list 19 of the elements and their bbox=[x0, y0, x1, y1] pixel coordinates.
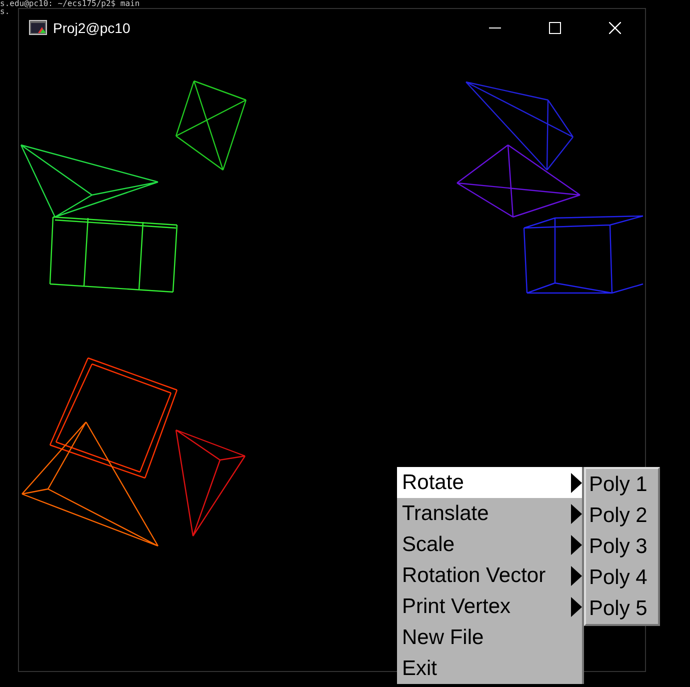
menu-item[interactable]: Exit bbox=[397, 653, 582, 684]
app-icon bbox=[29, 20, 47, 36]
menu-item[interactable]: Poly 5 bbox=[586, 593, 658, 624]
maximize-icon[interactable] bbox=[549, 22, 561, 34]
menu-item[interactable]: Poly 3 bbox=[586, 531, 658, 562]
window-title: Proj2@pc10 bbox=[53, 20, 130, 36]
minimize-icon[interactable] bbox=[489, 27, 501, 29]
menu-item[interactable]: Poly 1 bbox=[586, 469, 658, 500]
menu-item[interactable]: Translate bbox=[397, 498, 582, 529]
terminal-line: s.edu@pc10: ~/ecs175/p2$ main bbox=[0, 0, 140, 8]
menu-item[interactable]: Scale bbox=[397, 529, 582, 560]
close-icon[interactable] bbox=[609, 22, 621, 34]
terminal-line: s. bbox=[0, 8, 10, 16]
menu-item[interactable]: Rotate bbox=[397, 467, 582, 498]
menu-item[interactable]: Poly 4 bbox=[586, 562, 658, 593]
menu-item[interactable]: Poly 2 bbox=[586, 500, 658, 531]
menu-item[interactable]: New File bbox=[397, 622, 582, 653]
menu-item[interactable]: Rotation Vector bbox=[397, 560, 582, 591]
menu-item[interactable]: Print Vertex bbox=[397, 591, 582, 622]
